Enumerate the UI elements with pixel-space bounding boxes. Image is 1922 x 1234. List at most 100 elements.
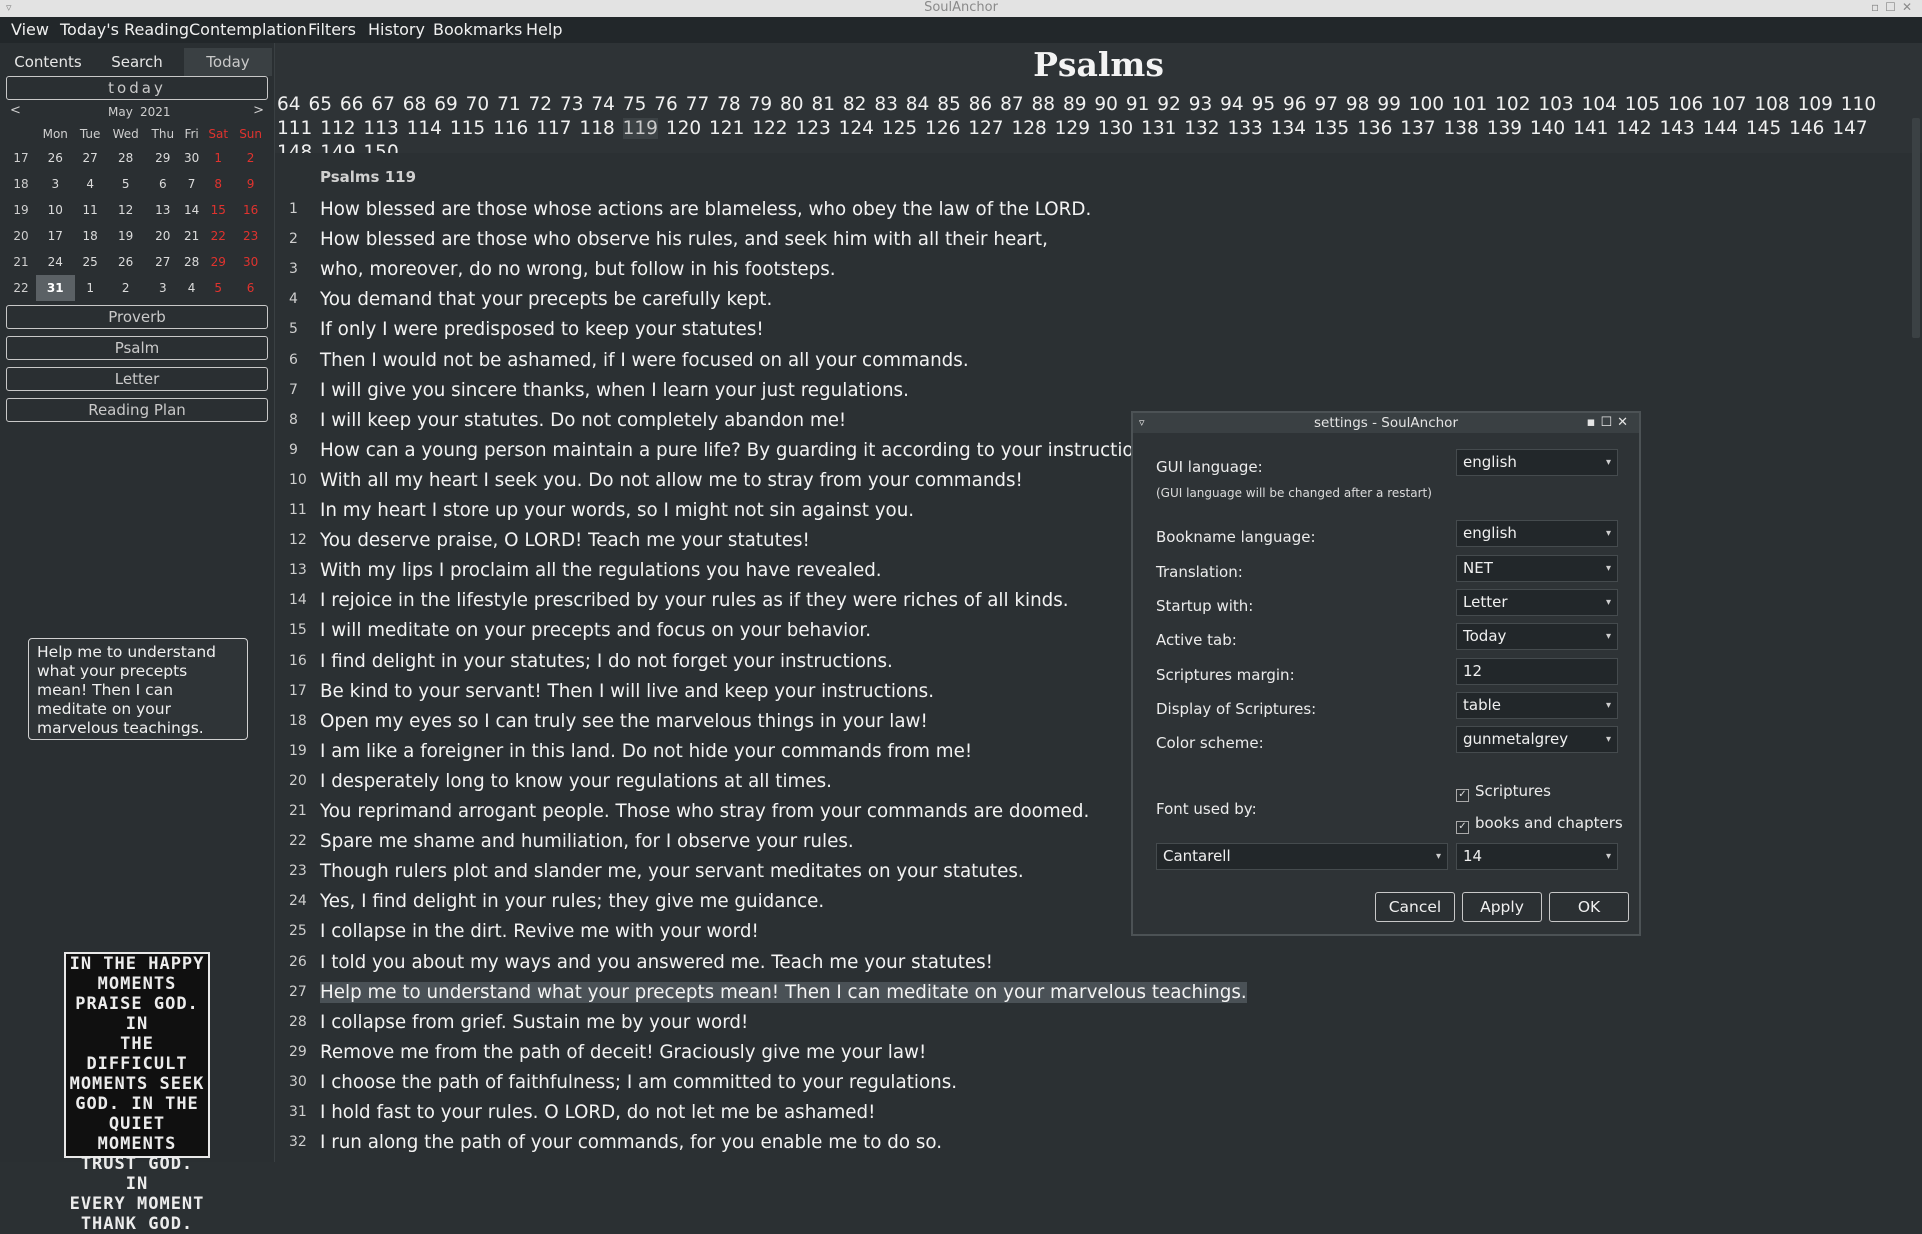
verse-text[interactable]: You demand that your precepts be careful… (320, 289, 772, 310)
tab-contents[interactable]: Contents (8, 48, 88, 76)
chapter-link[interactable]: 122 (752, 118, 787, 139)
chapter-link[interactable]: 138 (1443, 118, 1478, 139)
calendar-day[interactable]: 23 (233, 223, 268, 249)
font-size-select[interactable]: 14 ▾ (1456, 843, 1618, 870)
calendar-day[interactable]: 26 (106, 249, 146, 275)
chapter-link[interactable]: 117 (536, 118, 571, 139)
menu-filters[interactable]: Filters (308, 20, 356, 39)
chapter-link[interactable]: 86 (969, 94, 993, 115)
calendar-day[interactable]: 4 (180, 275, 203, 301)
books-chapters-checkbox[interactable]: ✓ books and chapters (1456, 814, 1623, 834)
verse-text[interactable]: You deserve praise, O LORD! Teach me you… (320, 530, 810, 551)
chapter-link[interactable]: 106 (1668, 94, 1703, 115)
chapter-link[interactable]: 132 (1184, 118, 1219, 139)
calendar-day[interactable]: 18 (75, 223, 106, 249)
bookname-language-select[interactable]: english ▾ (1456, 520, 1618, 547)
chapter-link[interactable]: 115 (450, 118, 485, 139)
verse-text[interactable]: I desperately long to know your regulati… (320, 771, 832, 792)
menu-view[interactable]: View (11, 20, 49, 39)
verse-text[interactable]: Though rulers plot and slander me, your … (320, 861, 1024, 882)
chapter-link[interactable]: 140 (1530, 118, 1565, 139)
calendar-day[interactable]: 12 (106, 197, 146, 223)
calendar-day[interactable]: 1 (75, 275, 106, 301)
verse-text[interactable]: I rejoice in the lifestyle prescribed by… (320, 590, 1069, 611)
chapter-link[interactable]: 112 (320, 118, 355, 139)
verse-text[interactable]: You reprimand arrogant people. Those who… (320, 801, 1089, 822)
chapter-link[interactable]: 81 (811, 94, 835, 115)
calendar-day[interactable]: 15 (203, 197, 233, 223)
verse-text[interactable]: How blessed are those who observe his ru… (320, 229, 1048, 250)
dialog-menu-icon[interactable]: ▿ (1139, 413, 1145, 433)
chapter-link[interactable]: 74 (591, 94, 615, 115)
calendar-day[interactable]: 7 (180, 171, 203, 197)
calendar-day[interactable]: 2 (106, 275, 146, 301)
chapter-link[interactable]: 126 (925, 118, 960, 139)
calendar-day[interactable]: 28 (106, 145, 146, 171)
calendar-day[interactable]: 26 (36, 145, 75, 171)
chapter-link[interactable]: 79 (749, 94, 773, 115)
calendar-day[interactable]: 11 (75, 197, 106, 223)
chapter-link[interactable]: 114 (407, 118, 442, 139)
calendar-day[interactable]: 20 (146, 223, 180, 249)
font-family-select[interactable]: Cantarell ▾ (1156, 843, 1448, 870)
calendar-day[interactable]: 30 (180, 145, 203, 171)
calendar-day[interactable]: 29 (146, 145, 180, 171)
chapter-link[interactable]: 136 (1357, 118, 1392, 139)
verse-text[interactable]: Spare me shame and humiliation, for I ob… (320, 831, 854, 852)
verse-text[interactable]: I told you about my ways and you answere… (320, 952, 993, 973)
verse-text[interactable]: In my heart I store up your words, so I … (320, 500, 914, 521)
chapter-link[interactable]: 70 (466, 94, 490, 115)
chapter-link[interactable]: 84 (906, 94, 930, 115)
margin-input[interactable]: 12 (1456, 658, 1618, 685)
chapter-link[interactable]: 96 (1283, 94, 1307, 115)
calendar-day[interactable]: 24 (36, 249, 75, 275)
chapter-link[interactable]: 87 (1000, 94, 1024, 115)
verse-text[interactable]: I am like a foreigner in this land. Do n… (320, 741, 972, 762)
calendar-month[interactable]: May (108, 105, 133, 119)
calendar-day[interactable]: 9 (233, 171, 268, 197)
menu-help[interactable]: Help (526, 20, 562, 39)
calendar-day[interactable]: 28 (180, 249, 203, 275)
calendar-day[interactable]: 27 (146, 249, 180, 275)
chapter-link[interactable]: 88 (1032, 94, 1056, 115)
window-menu-icon[interactable]: ▿ (6, 0, 12, 15)
calendar-day[interactable]: 3 (146, 275, 180, 301)
chapter-link[interactable]: 124 (839, 118, 874, 139)
calendar-day[interactable]: 6 (146, 171, 180, 197)
chapter-link[interactable]: 94 (1220, 94, 1244, 115)
calendar-day[interactable]: 2 (233, 145, 268, 171)
chapter-link[interactable]: 142 (1616, 118, 1651, 139)
chapter-link[interactable]: 108 (1754, 94, 1789, 115)
chapter-link[interactable]: 104 (1582, 94, 1617, 115)
verse-text[interactable]: Open my eyes so I can truly see the marv… (320, 711, 928, 732)
chapter-link[interactable]: 141 (1573, 118, 1608, 139)
chapter-link[interactable]: 134 (1271, 118, 1306, 139)
gui-language-select[interactable]: english ▾ (1456, 449, 1618, 476)
verse-text[interactable]: who, moreover, do no wrong, but follow i… (320, 259, 836, 280)
today-button[interactable]: today (6, 76, 268, 100)
calendar-day[interactable]: 5 (203, 275, 233, 301)
chapter-link[interactable]: 105 (1625, 94, 1660, 115)
menu-history[interactable]: History (368, 20, 425, 39)
chapter-link[interactable]: 100 (1409, 94, 1444, 115)
verse-text[interactable]: With all my heart I seek you. Do not all… (320, 470, 1023, 491)
verse-text[interactable]: How blessed are those whose actions are … (320, 199, 1091, 220)
calendar-day[interactable]: 14 (180, 197, 203, 223)
chapter-link[interactable]: 139 (1487, 118, 1522, 139)
calendar-day[interactable]: 4 (75, 171, 106, 197)
chapter-link[interactable]: 78 (717, 94, 741, 115)
verse-text[interactable]: I will keep your statutes. Do not comple… (320, 410, 846, 431)
calendar-year[interactable]: 2021 (140, 105, 171, 119)
verse-text[interactable]: I hold fast to your rules. O LORD, do no… (320, 1102, 875, 1123)
prev-month-icon[interactable]: < (10, 103, 21, 118)
next-month-icon[interactable]: > (253, 103, 264, 118)
calendar-day[interactable]: 22 (203, 223, 233, 249)
apply-button[interactable]: Apply (1462, 892, 1542, 922)
chapter-link[interactable]: 97 (1314, 94, 1338, 115)
chapter-link[interactable]: 144 (1703, 118, 1738, 139)
verse-text[interactable]: I will meditate on your precepts and foc… (320, 620, 871, 641)
chapter-link[interactable]: 143 (1660, 118, 1695, 139)
calendar-day[interactable]: 3 (36, 171, 75, 197)
color-scheme-select[interactable]: gunmetalgrey ▾ (1456, 726, 1618, 753)
window-controls[interactable]: ▫☐✕ (1871, 0, 1918, 15)
